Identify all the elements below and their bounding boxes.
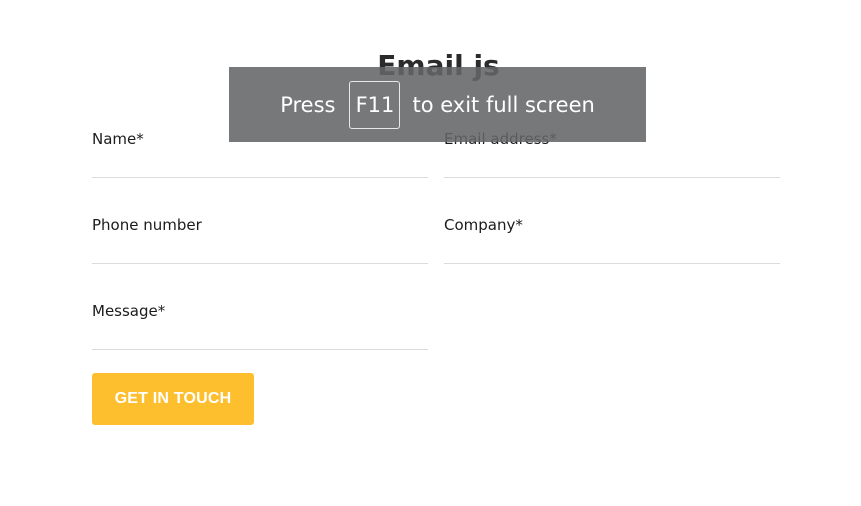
phone-field-group: Phone number — [92, 216, 428, 266]
fullscreen-notice-press: Press — [280, 92, 336, 117]
message-input[interactable] — [92, 320, 428, 350]
phone-input[interactable] — [92, 234, 428, 264]
name-input[interactable] — [92, 148, 428, 178]
company-field-group: Company* — [444, 216, 780, 266]
phone-label: Phone number — [92, 216, 202, 234]
page: Email js Name* Email address* Phone numb… — [0, 0, 861, 506]
get-in-touch-button[interactable]: GET IN TOUCH — [92, 373, 254, 425]
message-field-group: Message* — [92, 302, 428, 352]
company-label: Company* — [444, 216, 523, 234]
email-input[interactable] — [444, 148, 780, 178]
message-label: Message* — [92, 302, 166, 320]
company-input[interactable] — [444, 234, 780, 264]
f11-key-badge: F11 — [349, 80, 401, 129]
name-label: Name* — [92, 130, 144, 148]
fullscreen-notice-suffix: to exit full screen — [412, 92, 595, 117]
fullscreen-exit-notice: Press F11 to exit full screen — [229, 67, 646, 142]
